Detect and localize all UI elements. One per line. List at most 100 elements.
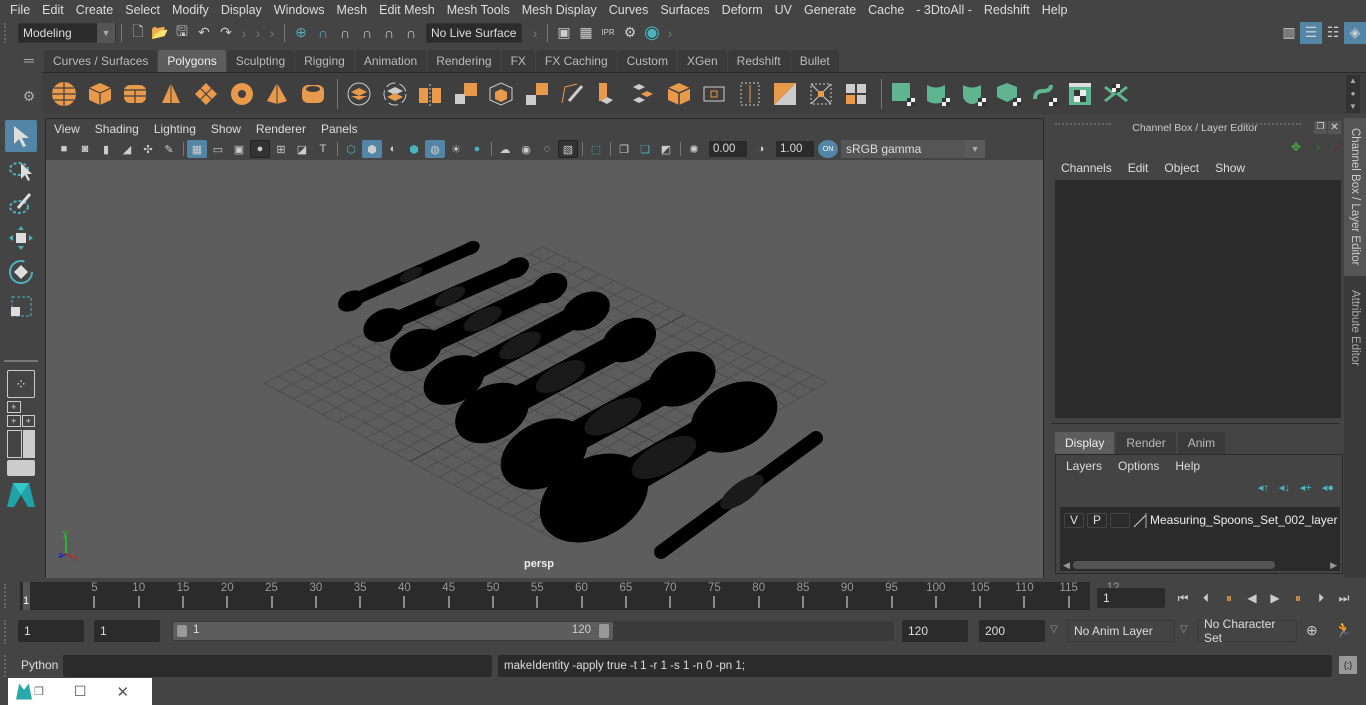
3d-viewport[interactable]: y z x persp — [46, 160, 1043, 578]
graph-layout-icon[interactable] — [7, 460, 35, 476]
motion-blur-icon[interactable]: ◉ — [516, 140, 536, 158]
vp-menu-panels[interactable]: Panels — [321, 122, 358, 136]
command-input[interactable] — [63, 655, 492, 677]
cb-menu-object[interactable]: Object — [1164, 161, 1199, 175]
isolate-select-icon[interactable]: ⬚ — [586, 140, 606, 158]
gate-mask-icon[interactable]: ● — [250, 140, 270, 158]
menu-redshift[interactable]: Redshift — [978, 3, 1036, 17]
four-view-layout-icon[interactable]: + + + — [7, 400, 35, 428]
automatic-map-icon[interactable] — [993, 78, 1025, 110]
menu-display[interactable]: Display — [215, 3, 268, 17]
merge-icon[interactable] — [805, 78, 837, 110]
bookmark-icon[interactable]: ▮ — [96, 140, 116, 158]
redo-icon[interactable]: ↷ — [215, 22, 237, 44]
render-view-icon[interactable]: ▣ — [553, 22, 575, 44]
shelf-tab-polygons[interactable]: Polygons — [158, 50, 226, 72]
xray-icon[interactable]: ❐ — [614, 140, 634, 158]
shelf-tab-rendering[interactable]: Rendering — [427, 50, 501, 72]
anim-layer-dropdown[interactable]: No Anim Layer — [1067, 620, 1175, 642]
cylindrical-map-icon[interactable] — [922, 78, 954, 110]
bevel-box-icon[interactable] — [663, 78, 695, 110]
layer-playback-toggle[interactable]: P — [1087, 512, 1107, 528]
poly-pipe-icon[interactable] — [297, 78, 329, 110]
mirror-icon[interactable] — [414, 78, 446, 110]
menu-3dtoall[interactable]: - 3DtoAll - — [910, 3, 978, 17]
combine-icon[interactable] — [343, 78, 375, 110]
poly-cylinder-icon[interactable] — [119, 78, 151, 110]
poly-cube-icon[interactable] — [84, 78, 116, 110]
resolution-gate-icon[interactable]: ▣ — [229, 140, 249, 158]
attribute-editor-toggle-icon[interactable]: ☰ — [1300, 21, 1322, 44]
collapse-arrow-icon[interactable]: › — [237, 22, 251, 44]
splitter[interactable] — [1051, 418, 1339, 424]
cb-menu-show[interactable]: Show — [1215, 161, 1245, 175]
render-settings-icon[interactable]: ⚙ — [619, 22, 641, 44]
animation-preferences-icon[interactable]: 🏃 — [1334, 621, 1353, 639]
spherical-map-icon[interactable] — [958, 78, 990, 110]
collapse-arrow-icon[interactable]: › — [265, 22, 279, 44]
layer-hscrollbar[interactable]: ◀ ▶ — [1060, 559, 1340, 571]
film-gate-icon[interactable]: ▭ — [208, 140, 228, 158]
go-to-end-icon[interactable]: ⏭ — [1335, 589, 1353, 607]
shelf-settings-gear-icon[interactable]: ⚙ — [18, 88, 40, 105]
step-forward-frame-icon[interactable]: ⏵ — [1312, 589, 1330, 607]
textured-icon[interactable]: ◍ — [425, 140, 445, 158]
save-scene-icon[interactable]: 🖫 — [171, 22, 193, 44]
shelf-tab-redshift[interactable]: Redshift — [727, 50, 790, 72]
timeline-drag-handle[interactable] — [4, 584, 14, 608]
extrude-icon[interactable] — [521, 78, 553, 110]
unfold-icon[interactable] — [1029, 78, 1061, 110]
field-chart-icon[interactable]: ⊞ — [271, 140, 291, 158]
wireframe-icon[interactable]: ⬡ — [341, 140, 361, 158]
multi-cut-icon[interactable] — [556, 78, 588, 110]
shelf-menu-icon[interactable]: ═ — [18, 52, 40, 68]
grid-icon[interactable]: ▦ — [187, 140, 207, 158]
shelf-tab-sculpting[interactable]: Sculpting — [226, 50, 295, 72]
anim-layer-chevron-icon[interactable]: ▽ — [1050, 624, 1058, 635]
spoon[interactable] — [334, 238, 482, 316]
hypershade-icon[interactable]: ◉ — [641, 22, 663, 44]
new-empty-layer-icon[interactable]: ◂+ — [1300, 481, 1312, 494]
move-layer-down-icon[interactable]: ◂↓ — [1279, 481, 1290, 494]
wireframe-on-shaded-icon[interactable]: ⬢ — [404, 140, 424, 158]
rotate-tool-icon[interactable] — [5, 256, 37, 288]
scale-tool-icon[interactable] — [5, 290, 37, 322]
le-menu-help[interactable]: Help — [1175, 459, 1200, 473]
layer-display-type-toggle[interactable] — [1110, 512, 1130, 528]
move-layer-up-icon[interactable]: ◂↑ — [1258, 481, 1269, 494]
smooth-icon[interactable] — [450, 78, 482, 110]
vp-menu-lighting[interactable]: Lighting — [154, 122, 196, 136]
side-tab-channel-box[interactable]: Channel Box / Layer Editor — [1344, 118, 1366, 276]
2d-pan-zoom-icon[interactable]: ✣ — [138, 140, 158, 158]
shelf-tab-custom[interactable]: Custom — [617, 50, 677, 72]
menu-create[interactable]: Create — [70, 3, 120, 17]
vp-menu-shading[interactable]: Shading — [95, 122, 139, 136]
separate-icon[interactable] — [379, 78, 411, 110]
grease-pencil-icon[interactable]: ✎ — [159, 140, 179, 158]
menu-modify[interactable]: Modify — [166, 3, 215, 17]
modeling-toolkit-icon[interactable]: ▥ — [1278, 22, 1300, 44]
lasso-select-icon[interactable] — [5, 154, 37, 186]
scroll-up-icon[interactable]: ▲ — [1349, 76, 1357, 85]
scroll-thumb[interactable] — [1072, 561, 1275, 569]
manipulator-icon[interactable]: ✥ — [1291, 140, 1301, 154]
restore-window-icon[interactable]: ❐ — [34, 685, 44, 698]
menu-mesh[interactable]: Mesh — [331, 3, 374, 17]
shelf-tab-xgen[interactable]: XGen — [677, 50, 727, 72]
screen-space-ao-icon[interactable]: ☁ — [495, 140, 515, 158]
cb-menu-edit[interactable]: Edit — [1128, 161, 1149, 175]
step-back-frame-icon[interactable]: ⏴ — [1197, 589, 1215, 607]
tool-settings-toggle-icon[interactable]: ☷ — [1322, 22, 1344, 44]
gamma-field[interactable]: 1.00 — [776, 141, 814, 157]
step-forward-key-icon[interactable]: ⏸ — [1289, 589, 1307, 607]
layer-color-swatch[interactable] — [1133, 512, 1147, 528]
layer-tab-anim[interactable]: Anim — [1177, 432, 1226, 454]
speed-icon[interactable]: ◑ — [1313, 139, 1321, 154]
script-editor-icon[interactable]: {;} — [1339, 656, 1357, 674]
menu-mesh-tools[interactable]: Mesh Tools — [441, 3, 516, 17]
paint-select-icon[interactable] — [5, 188, 37, 220]
append-icon[interactable] — [840, 78, 872, 110]
le-menu-layers[interactable]: Layers — [1066, 459, 1102, 473]
side-tab-attribute-editor[interactable]: Attribute Editor — [1344, 278, 1366, 378]
scroll-right-icon[interactable]: ▶ — [1330, 560, 1337, 571]
